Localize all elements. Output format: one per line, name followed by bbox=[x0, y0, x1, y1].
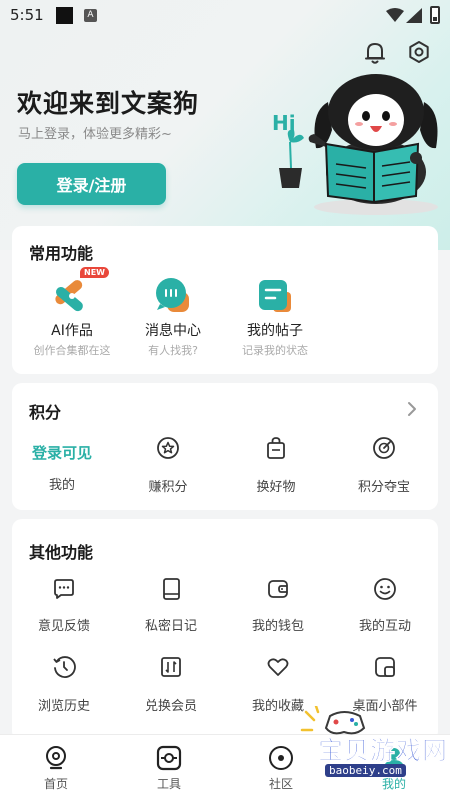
new-badge: NEW bbox=[80, 267, 109, 278]
favorites-button[interactable]: 我的收藏 bbox=[228, 655, 328, 714]
history-button[interactable]: 浏览历史 bbox=[14, 655, 114, 714]
status-bar: 5:51 A bbox=[0, 0, 450, 32]
other-label: 浏览历史 bbox=[37, 699, 90, 714]
accessibility-badge-icon: A bbox=[84, 9, 97, 22]
exchange-bag-icon bbox=[267, 437, 285, 459]
message-icon bbox=[156, 278, 189, 312]
points-mine-label: 我的 bbox=[48, 478, 75, 493]
watermark-text: 宝贝游戏网 bbox=[318, 736, 449, 766]
community-icon bbox=[269, 746, 293, 770]
interaction-button[interactable]: 我的互动 bbox=[335, 577, 435, 634]
smiley-icon bbox=[374, 578, 396, 600]
status-time: 5:51 bbox=[10, 6, 44, 24]
diary-icon bbox=[163, 578, 180, 600]
other-functions-title: 其他功能 bbox=[29, 543, 94, 562]
points-label: 积分夺宝 bbox=[357, 480, 410, 495]
login-register-button[interactable]: 登录/注册 bbox=[17, 163, 166, 205]
wallet-icon bbox=[268, 580, 288, 598]
nav-tools[interactable]: 工具 bbox=[113, 735, 225, 800]
settings-icon[interactable] bbox=[405, 38, 433, 66]
points-label: 换好物 bbox=[256, 480, 296, 495]
desktop-widget-button[interactable]: 桌面小部件 bbox=[335, 655, 435, 714]
diary-button[interactable]: 私密日记 bbox=[121, 577, 221, 634]
welcome-subtitle: 马上登录，体验更多精彩~ bbox=[18, 127, 172, 142]
home-icon bbox=[46, 746, 66, 770]
func-sublabel: 记录我的状态 bbox=[242, 344, 308, 357]
my-points[interactable]: 登录可见 我的 bbox=[12, 441, 112, 497]
watermark-url: baobeiy.com bbox=[325, 764, 406, 777]
func-label: 我的帖子 bbox=[247, 323, 303, 339]
ai-works-icon bbox=[55, 280, 83, 312]
target-icon bbox=[373, 437, 395, 459]
hi-label: Hi bbox=[272, 111, 296, 135]
wallet-button[interactable]: 我的钱包 bbox=[228, 577, 328, 634]
other-label: 我的钱包 bbox=[251, 619, 304, 634]
redeem-icon bbox=[161, 657, 181, 677]
nav-label: 工具 bbox=[156, 777, 181, 791]
other-label: 意见反馈 bbox=[37, 619, 90, 634]
signal-icon bbox=[406, 8, 422, 23]
chevron-right-icon[interactable] bbox=[406, 401, 418, 417]
other-label: 兑换会员 bbox=[144, 699, 197, 714]
heart-icon bbox=[267, 658, 289, 676]
notification-square-icon bbox=[56, 7, 73, 24]
points-lottery-button[interactable]: 积分夺宝 bbox=[334, 436, 434, 495]
wifi-icon bbox=[386, 8, 404, 22]
posts-icon bbox=[259, 280, 291, 312]
earn-points-button[interactable]: 赚积分 bbox=[118, 436, 218, 495]
nav-home[interactable]: 首页 bbox=[0, 735, 112, 800]
other-label: 私密日记 bbox=[144, 619, 197, 634]
exchange-goods-button[interactable]: 换好物 bbox=[226, 436, 326, 495]
battery-icon bbox=[430, 6, 440, 24]
earn-points-icon bbox=[157, 437, 179, 459]
other-label: 我的互动 bbox=[358, 619, 411, 634]
common-functions-title: 常用功能 bbox=[29, 244, 94, 263]
redeem-member-button[interactable]: 兑换会员 bbox=[121, 655, 221, 714]
points-label: 赚积分 bbox=[148, 480, 188, 495]
dog-mascot-illustration: Hi bbox=[272, 74, 438, 215]
feedback-icon bbox=[54, 579, 74, 599]
widget-icon bbox=[375, 657, 395, 677]
history-icon bbox=[53, 656, 76, 678]
tools-icon bbox=[156, 745, 182, 771]
points-title: 积分 bbox=[29, 403, 62, 422]
points-login-visible: 登录可见 bbox=[31, 444, 92, 462]
welcome-title: 欢迎来到文案狗 bbox=[17, 89, 200, 118]
bell-icon[interactable] bbox=[361, 38, 389, 66]
common-functions-card: 常用功能 NEW AI作品 创作合集都在这 消息中心 有人找我? 我的帖子 记录… bbox=[12, 226, 438, 374]
points-card: 积分 登录可见 我的 赚积分 换好物 积分夺宝 bbox=[12, 383, 438, 510]
func-item-my-posts[interactable]: 我的帖子 记录我的状态 bbox=[215, 276, 335, 362]
nav-label: 首页 bbox=[43, 777, 68, 791]
feedback-button[interactable]: 意见反馈 bbox=[14, 577, 114, 634]
